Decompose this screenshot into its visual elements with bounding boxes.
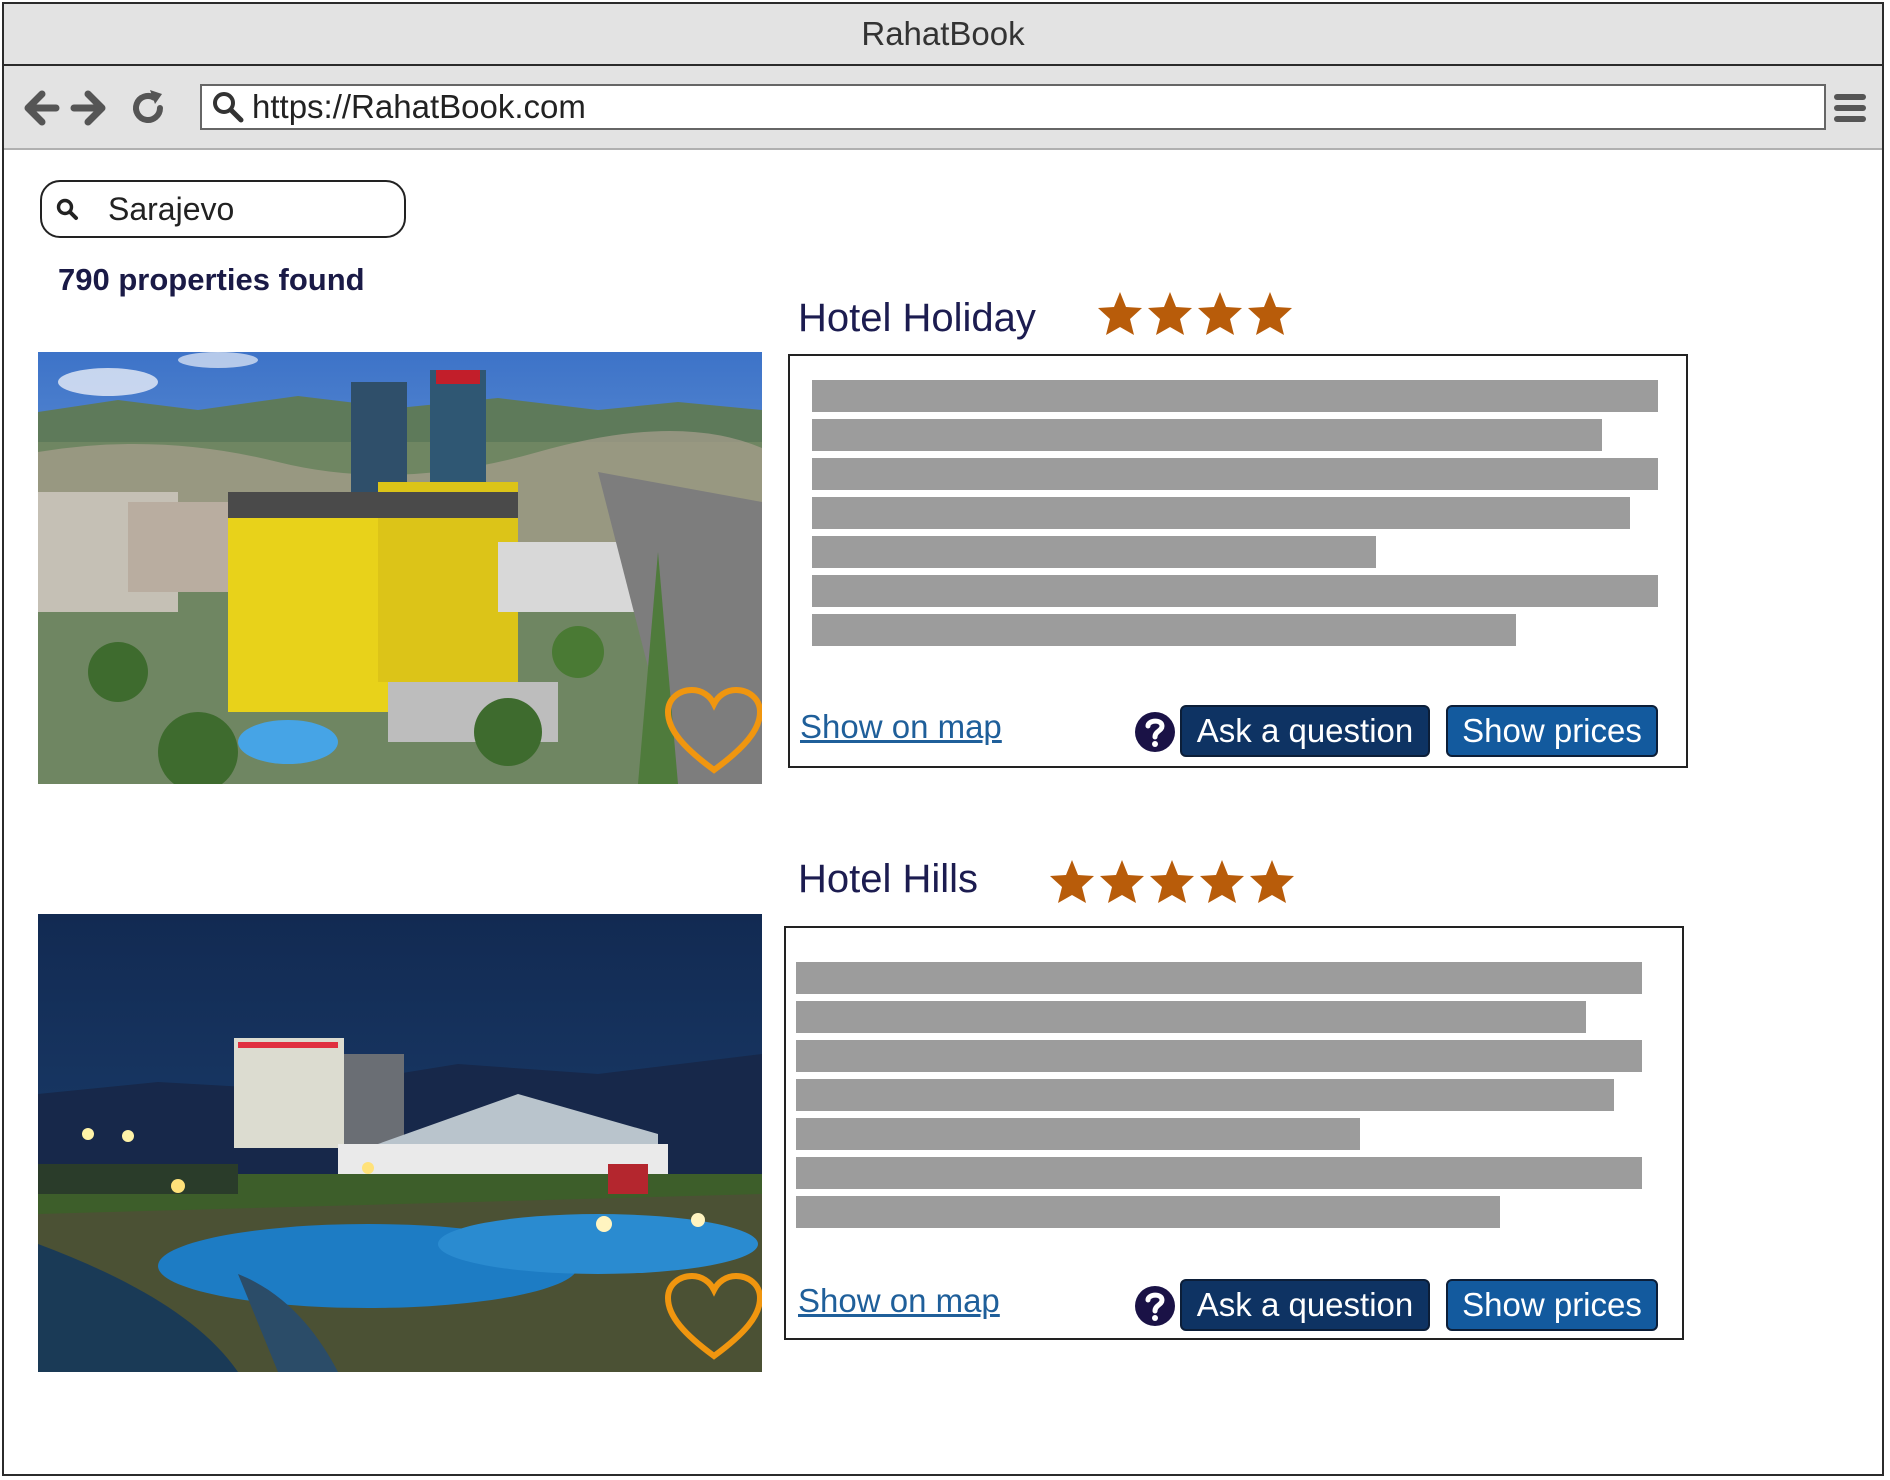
forward-icon[interactable] bbox=[70, 88, 110, 128]
hotel-photo[interactable] bbox=[38, 352, 762, 784]
star-icon bbox=[1148, 292, 1192, 335]
description-placeholder-line bbox=[796, 1040, 1642, 1072]
results-count: 790 properties found bbox=[58, 262, 365, 297]
hotel-photo[interactable] bbox=[38, 914, 762, 1372]
help-icon[interactable] bbox=[1134, 711, 1176, 753]
ask-question-button[interactable]: Ask a question bbox=[1180, 705, 1430, 757]
hotel-description-card: Show on map Ask a question Show prices bbox=[788, 354, 1688, 768]
url-text[interactable]: https://RahatBook.com bbox=[252, 88, 586, 126]
hotel-name[interactable]: Hotel Holiday bbox=[798, 296, 1036, 341]
star-rating bbox=[1048, 858, 1296, 906]
show-on-map-link[interactable]: Show on map bbox=[798, 1282, 1000, 1320]
description-placeholder-line bbox=[812, 614, 1516, 646]
back-icon[interactable] bbox=[20, 88, 60, 128]
description-placeholder-line bbox=[812, 536, 1376, 568]
description-placeholder-line bbox=[796, 1157, 1642, 1189]
hotel-description-card: Show on map Ask a question Show prices bbox=[784, 926, 1684, 1340]
star-icon bbox=[1198, 292, 1242, 335]
star-icon bbox=[1150, 860, 1194, 903]
description-placeholder-line bbox=[812, 419, 1602, 451]
star-icon bbox=[1248, 292, 1292, 335]
description-placeholder-line bbox=[796, 962, 1642, 994]
favorite-heart-icon[interactable] bbox=[664, 686, 762, 776]
search-icon bbox=[56, 198, 78, 220]
window-title: RahatBook bbox=[861, 15, 1025, 52]
star-icon bbox=[1098, 292, 1142, 335]
description-placeholder-line bbox=[812, 458, 1658, 490]
menu-icon[interactable] bbox=[1832, 88, 1868, 128]
description-placeholder-line bbox=[796, 1001, 1586, 1033]
star-icon bbox=[1250, 860, 1294, 903]
description-placeholder-line bbox=[812, 575, 1658, 607]
hotel-name[interactable]: Hotel Hills bbox=[798, 857, 978, 902]
help-icon[interactable] bbox=[1134, 1285, 1176, 1327]
description-placeholder-line bbox=[812, 497, 1630, 529]
star-icon bbox=[1050, 860, 1094, 903]
reload-icon[interactable] bbox=[128, 88, 168, 128]
window-titlebar: RahatBook bbox=[4, 4, 1882, 66]
search-value[interactable]: Sarajevo bbox=[108, 191, 234, 228]
star-icon bbox=[1200, 860, 1244, 903]
star-rating bbox=[1096, 290, 1294, 338]
description-placeholder-line bbox=[796, 1196, 1500, 1228]
destination-search-input[interactable]: Sarajevo bbox=[40, 180, 406, 238]
show-on-map-link[interactable]: Show on map bbox=[800, 708, 1002, 746]
search-icon bbox=[213, 92, 244, 123]
description-placeholder-line bbox=[812, 380, 1658, 412]
url-bar[interactable]: https://RahatBook.com bbox=[200, 84, 1826, 130]
star-icon bbox=[1100, 860, 1144, 903]
favorite-heart-icon[interactable] bbox=[664, 1272, 762, 1362]
show-prices-button[interactable]: Show prices bbox=[1446, 705, 1658, 757]
description-placeholder-line bbox=[796, 1118, 1360, 1150]
show-prices-button[interactable]: Show prices bbox=[1446, 1279, 1658, 1331]
browser-toolbar: https://RahatBook.com bbox=[4, 66, 1882, 150]
ask-question-button[interactable]: Ask a question bbox=[1180, 1279, 1430, 1331]
description-placeholder-line bbox=[796, 1079, 1614, 1111]
